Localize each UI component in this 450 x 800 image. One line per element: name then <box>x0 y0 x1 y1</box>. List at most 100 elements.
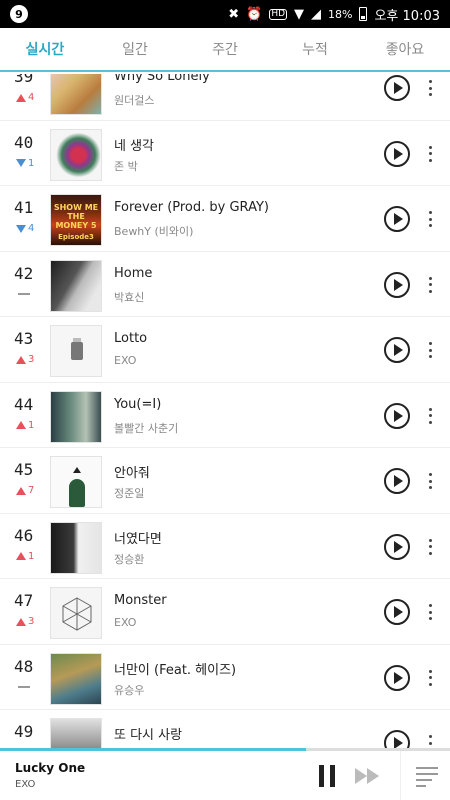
more-icon[interactable] <box>424 470 436 492</box>
more-icon[interactable] <box>424 274 436 296</box>
album-art[interactable] <box>50 587 102 639</box>
song-title[interactable]: Lotto <box>114 331 147 346</box>
tab-daily[interactable]: 일간 <box>90 28 180 70</box>
album-art[interactable] <box>50 325 102 377</box>
chart-row[interactable]: 39 4 Why So Lonely 원더걸스 <box>0 74 450 121</box>
song-title[interactable]: Why So Lonely <box>114 74 210 84</box>
album-art[interactable] <box>50 652 102 705</box>
more-icon[interactable] <box>424 601 436 623</box>
play-icon[interactable] <box>384 206 410 232</box>
album-art[interactable]: SHOW ME THE MONEY 5 Episode3 <box>50 194 102 246</box>
playlist-icon[interactable] <box>400 751 450 800</box>
rank-change-indicator: 1 <box>16 420 34 431</box>
chart-rank: 47 <box>14 591 34 610</box>
rank-change-indicator: 3 <box>16 616 34 627</box>
play-icon[interactable] <box>384 337 410 363</box>
song-title[interactable]: Forever (Prod. by GRAY) <box>114 200 269 215</box>
battery-icon <box>359 7 368 21</box>
play-icon[interactable] <box>384 533 410 560</box>
song-artist[interactable]: 박효신 <box>114 289 144 305</box>
song-title[interactable]: Home <box>114 266 152 281</box>
mute-icon: ✖ <box>228 6 240 22</box>
rank-change-indicator <box>16 682 30 688</box>
chart-row[interactable]: 44 1 You(=I) 볼빨간 사춘기 <box>0 383 450 448</box>
chart-row[interactable]: 49 또 다시 사랑 <box>0 710 450 750</box>
album-cover-text: SHOW ME THE MONEY 5 <box>53 203 99 230</box>
tab-weekly[interactable]: 주간 <box>180 28 270 70</box>
clock: 오후 10:03 <box>374 8 440 24</box>
song-title[interactable]: 또 다시 사랑 <box>114 724 182 743</box>
song-artist[interactable]: 존 박 <box>114 158 138 174</box>
chart-list[interactable]: 39 4 Why So Lonely 원더걸스 40 1 네 생각 존 박 41 4 SHOW ME… <box>0 74 450 750</box>
play-icon[interactable] <box>384 271 410 298</box>
status-bar: 9 ✖ ⏰ HD ▼ ◢ 18% 오후 10:03 <box>0 0 450 28</box>
play-icon[interactable] <box>384 599 410 625</box>
chart-rank: 48 <box>14 656 34 676</box>
more-icon[interactable] <box>424 667 436 689</box>
chart-row[interactable]: 41 4 SHOW ME THE MONEY 5 Episode3 Forever (P… <box>0 186 450 252</box>
tab-cumulative[interactable]: 누적 <box>270 28 360 70</box>
more-icon[interactable] <box>424 339 436 361</box>
chart-rank: 45 <box>14 460 34 479</box>
album-art[interactable] <box>50 718 102 750</box>
chart-rank: 49 <box>14 722 34 741</box>
chart-row[interactable]: 43 3 Lotto EXO <box>0 317 450 383</box>
chart-row[interactable]: 42 Home 박효신 <box>0 252 450 317</box>
song-title[interactable]: 너만이 (Feat. 헤이즈) <box>114 659 236 678</box>
album-cover-subtext: Episode3 <box>58 233 94 241</box>
song-artist[interactable]: BewhY (비와이) <box>114 223 193 239</box>
play-icon[interactable] <box>384 75 410 101</box>
play-icon[interactable] <box>384 664 410 691</box>
album-art[interactable] <box>50 74 102 115</box>
hd-icon: HD <box>269 8 288 20</box>
play-icon[interactable] <box>384 140 410 167</box>
song-title[interactable]: Monster <box>114 593 167 608</box>
pause-icon[interactable] <box>319 765 335 787</box>
play-icon[interactable] <box>384 730 410 750</box>
song-artist[interactable]: 볼빨간 사춘기 <box>114 420 178 436</box>
now-playing-artist: EXO <box>15 779 36 790</box>
song-artist[interactable]: EXO <box>114 616 136 629</box>
play-icon[interactable] <box>384 468 410 494</box>
rank-change-indicator <box>16 289 30 295</box>
rank-change-indicator: 3 <box>16 354 34 365</box>
chart-rank: 39 <box>14 74 34 86</box>
mini-player[interactable]: Lucky One EXO <box>0 751 450 800</box>
play-icon[interactable] <box>384 402 410 429</box>
song-artist[interactable]: 유승우 <box>114 682 144 698</box>
now-playing-title: Lucky One <box>15 761 86 775</box>
chart-row[interactable]: 46 1 너였다면 정승환 <box>0 514 450 579</box>
album-art[interactable] <box>50 259 102 312</box>
chart-rank: 43 <box>14 329 34 348</box>
chart-row[interactable]: 45 7 안아줘 정준일 <box>0 448 450 514</box>
chart-row[interactable]: 40 1 네 생각존 박 <box>0 121 450 186</box>
chart-row[interactable]: 47 3 Monster EXO <box>0 579 450 645</box>
more-icon[interactable] <box>424 143 436 165</box>
song-title[interactable]: You(=I) <box>114 397 161 412</box>
wifi-icon: ▼ <box>294 6 305 22</box>
chart-tabs: 실시간 일간 주간 누적 좋아요 <box>0 28 450 72</box>
song-title[interactable]: 안아줘 <box>114 462 150 481</box>
album-art[interactable] <box>50 456 102 508</box>
song-title[interactable]: 네 생각 <box>114 135 154 154</box>
next-icon[interactable] <box>355 768 381 784</box>
song-title[interactable]: 너였다면 <box>114 528 162 547</box>
song-artist[interactable]: 정준일 <box>114 485 144 501</box>
rank-change-indicator: 1 <box>16 158 34 169</box>
song-artist[interactable]: EXO <box>114 354 136 367</box>
more-icon[interactable] <box>424 208 436 230</box>
tab-realtime[interactable]: 실시간 <box>0 28 90 70</box>
tab-likes[interactable]: 좋아요 <box>360 28 450 70</box>
album-art[interactable] <box>50 390 102 443</box>
more-icon[interactable] <box>424 536 436 558</box>
more-icon[interactable] <box>424 405 436 427</box>
song-artist[interactable]: 원더걸스 <box>114 92 154 108</box>
rank-change-indicator: 4 <box>16 92 34 103</box>
more-icon[interactable] <box>424 77 436 99</box>
song-artist[interactable]: 정승환 <box>114 551 144 567</box>
chart-row[interactable]: 48 너만이 (Feat. 헤이즈) 유승우 <box>0 645 450 710</box>
chart-rank: 40 <box>14 132 34 152</box>
signal-icon: ◢ <box>311 6 322 22</box>
album-art[interactable] <box>50 521 102 574</box>
album-art[interactable] <box>50 128 102 181</box>
